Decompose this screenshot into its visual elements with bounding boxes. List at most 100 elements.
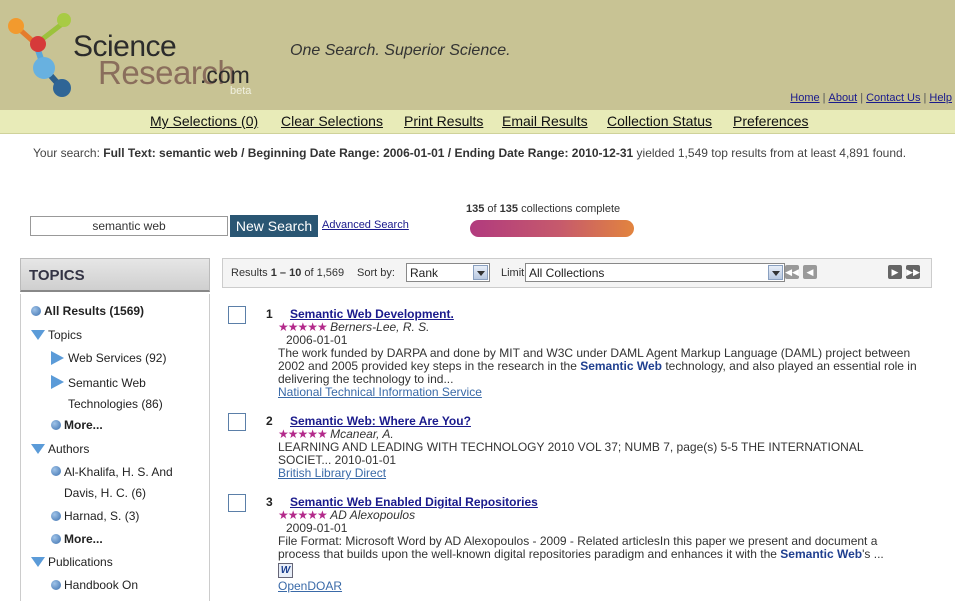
about-link[interactable]: About [828, 92, 857, 104]
new-search-button[interactable]: New Search [230, 215, 318, 237]
topic-author-harnad[interactable]: Harnad, S. (3) [51, 507, 139, 525]
bullet-circle-icon [51, 534, 61, 544]
result-description: File Format: Microsoft Word by AD Alexop… [278, 535, 918, 561]
prev-page-icon[interactable]: ◀ [803, 265, 817, 279]
topic-label: More... [64, 418, 103, 432]
result-citation: LEARNING AND LEADING WITH TECHNOLOGY 201… [278, 440, 864, 467]
topic-more-authors[interactable]: More... [51, 530, 103, 548]
topic-semantic-web-technologies[interactable]: Semantic Web Technologies (86) [51, 373, 163, 415]
logo-molecule-icon [8, 13, 71, 97]
dropdown-arrow-icon[interactable] [768, 265, 783, 280]
topic-more-topics[interactable]: More... [51, 416, 103, 434]
expand-right-icon [51, 375, 64, 389]
topic-publication-handbook[interactable]: Handbook On [51, 576, 138, 594]
result-source-link[interactable]: British Library Direct [278, 466, 386, 480]
site-header: Science Research .com beta One Search. S… [0, 0, 955, 110]
result-author: Berners-Lee, R. S. [330, 320, 430, 334]
preferences-link[interactable]: Preferences [733, 113, 808, 129]
help-link[interactable]: Help [929, 92, 952, 104]
bullet-circle-icon [51, 420, 61, 430]
email-results-link[interactable]: Email Results [502, 113, 588, 129]
bullet-circle-icon [51, 511, 61, 521]
first-page-icon[interactable]: ◀◀ [785, 265, 799, 279]
collections-progress-bar [470, 220, 634, 237]
result-number: 3 [266, 495, 273, 509]
summary-suffix: yielded 1,549 top results from at least … [633, 146, 907, 160]
sort-by-value: Rank [410, 266, 439, 280]
result-select-checkbox[interactable] [228, 413, 246, 431]
topic-web-services[interactable]: Web Services (92) [51, 349, 166, 367]
results-total: of 1,569 [301, 267, 345, 279]
topic-label: Harnad, S. (3) [64, 509, 140, 523]
site-tagline: One Search. Superior Science. [290, 42, 511, 59]
topic-group-authors[interactable]: Authors [31, 440, 89, 458]
topic-label: Topics [48, 328, 83, 342]
result-number: 2 [266, 414, 273, 428]
topic-label: Publications [48, 555, 113, 569]
selection-nav-bar: My Selections (0) Clear Selections Print… [0, 110, 955, 134]
topic-label: Al-Khalifa, H. S. And Davis, H. C. (6) [64, 465, 173, 500]
result-source-link[interactable]: OpenDOAR [278, 579, 342, 593]
topic-label: Authors [48, 442, 90, 456]
result-select-checkbox[interactable] [228, 306, 246, 324]
word-file-icon[interactable]: W [278, 563, 293, 578]
results-count: Results 1 – 10 of 1,569 [231, 267, 344, 279]
desc-text: 's ... [862, 547, 884, 561]
advanced-search-link[interactable]: Advanced Search [322, 219, 409, 231]
sort-by-label: Sort by: [357, 267, 395, 279]
logo-beta-tag: beta [230, 85, 252, 97]
bullet-circle-icon [51, 466, 61, 476]
expand-down-icon [31, 444, 45, 454]
result-number: 1 [266, 307, 273, 321]
result-source-link[interactable]: National Technical Information Service [278, 385, 482, 399]
last-page-icon[interactable]: ▶▶ [906, 265, 920, 279]
results-range: 1 – 10 [270, 267, 302, 279]
print-results-link[interactable]: Print Results [404, 113, 483, 129]
my-selections-link[interactable]: My Selections (0) [150, 113, 258, 129]
result-description: The work funded by DARPA and done by MIT… [278, 347, 918, 386]
expand-down-icon [31, 330, 45, 340]
expand-right-icon [51, 351, 64, 365]
search-input[interactable] [30, 216, 228, 236]
topic-group-topics[interactable]: Topics [31, 326, 82, 344]
bullet-circle-icon [31, 306, 41, 316]
desc-highlight: Semantic Web [780, 547, 863, 561]
summary-prefix: Your search: [33, 146, 104, 160]
contact-us-link[interactable]: Contact Us [866, 92, 920, 104]
rating-stars-icon: ★★★★★ [278, 320, 328, 334]
result-author: Mcanear, A. [330, 427, 394, 441]
limit-to-select[interactable]: All Collections [525, 263, 785, 282]
result-rating-author: ★★★★★ AD Alexopoulos [278, 509, 918, 522]
result-select-checkbox[interactable] [228, 494, 246, 512]
home-link[interactable]: Home [790, 92, 819, 104]
result-body: Semantic Web Enabled Digital Repositorie… [278, 494, 918, 593]
topics-header: TOPICS [20, 258, 210, 292]
next-page-icon[interactable]: ▶ [888, 265, 902, 279]
topic-label: More... [64, 532, 103, 546]
summary-query: Full Text: semantic web / Beginning Date… [103, 146, 634, 160]
limit-to-value: All Collections [529, 266, 605, 280]
expand-down-icon [31, 557, 45, 567]
topic-label: Handbook On [64, 578, 139, 592]
clear-selections-link[interactable]: Clear Selections [281, 113, 383, 129]
result-author: AD Alexopoulos [330, 508, 416, 522]
desc-highlight: Semantic Web [580, 359, 663, 373]
collections-suffix: collections complete [518, 203, 621, 215]
collection-status-link[interactable]: Collection Status [607, 113, 712, 129]
result-body: Semantic Web: Where Are You? ★★★★★ Mcane… [278, 413, 918, 480]
topic-label: Semantic Web Technologies (86) [68, 376, 163, 411]
bullet-circle-icon [51, 580, 61, 590]
results-toolbar: Results 1 – 10 of 1,569 Sort by: Rank Li… [222, 258, 932, 288]
dropdown-arrow-icon[interactable] [473, 265, 488, 280]
sort-by-select[interactable]: Rank [406, 263, 490, 282]
topic-label: All Results (1569) [44, 304, 145, 318]
topic-group-publications[interactable]: Publications [31, 553, 113, 571]
top-links: Home | About | Contact Us | Help [790, 92, 952, 104]
results-prefix: Results [231, 267, 271, 279]
result-body: Semantic Web Development. ★★★★★ Berners-… [278, 306, 918, 399]
topic-author-al-khalifa[interactable]: Al-Khalifa, H. S. And Davis, H. C. (6) [51, 462, 173, 504]
collections-status-text: 135 of 135 collections complete [466, 203, 620, 215]
topic-all-results[interactable]: All Results (1569) [31, 302, 144, 320]
rating-stars-icon: ★★★★★ [278, 427, 328, 441]
rating-stars-icon: ★★★★★ [278, 508, 328, 522]
